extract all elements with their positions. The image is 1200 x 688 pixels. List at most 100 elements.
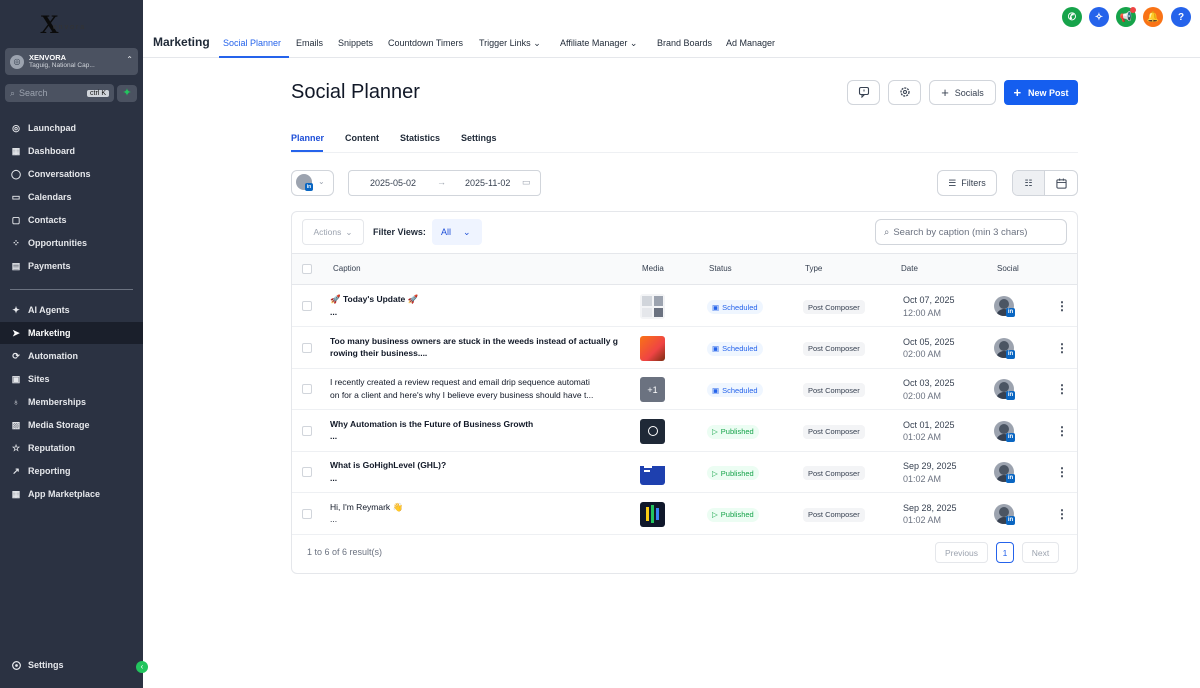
- caption-cell[interactable]: Why Automation is the Future of Business…: [330, 418, 622, 443]
- media-cell[interactable]: [640, 294, 665, 319]
- tab-content[interactable]: Content: [345, 133, 379, 143]
- sidebar-item-conversations[interactable]: ◯ Conversations: [0, 163, 143, 185]
- play-icon: ▷: [712, 427, 718, 436]
- grid-icon: ▦: [11, 145, 21, 156]
- sidebar-item-memberships[interactable]: ♁ Memberships: [0, 391, 143, 413]
- sidebar-item-reputation[interactable]: ☆ Reputation: [0, 437, 143, 459]
- sidebar-search[interactable]: ⌕ Search ctrl K: [5, 84, 114, 102]
- tab-ad-manager[interactable]: Ad Manager: [726, 38, 775, 48]
- chevron-down-icon: ⌄: [345, 226, 353, 237]
- settings-button[interactable]: [888, 80, 921, 105]
- row-checkbox[interactable]: [302, 301, 312, 311]
- calendar-icon: ▭: [11, 191, 21, 202]
- contacts-icon: ▢: [11, 214, 21, 225]
- sidebar-item-label: Conversations: [28, 169, 91, 179]
- table-row[interactable]: 🚀 Today's Update 🚀... ▣ Scheduled Post Comp…: [292, 286, 1077, 327]
- sidebar-collapse-button[interactable]: ‹: [136, 661, 148, 673]
- clock-icon: ▣: [712, 385, 720, 395]
- tab-snippets[interactable]: Snippets: [338, 38, 373, 48]
- tab-countdown-timers[interactable]: Countdown Timers: [388, 38, 463, 48]
- tab-settings[interactable]: Settings: [461, 133, 497, 143]
- tab-statistics[interactable]: Statistics: [400, 133, 440, 143]
- more-options-icon[interactable]: ⋮: [1056, 340, 1068, 356]
- table-header: [292, 253, 1077, 285]
- caption-cell[interactable]: 🚀 Today's Update 🚀...: [330, 293, 622, 318]
- filters-button[interactable]: ☰ Filters: [937, 170, 997, 196]
- col-caption[interactable]: Caption: [333, 264, 361, 273]
- phone-icon[interactable]: ✆: [1062, 7, 1082, 27]
- quick-action-button[interactable]: ✦: [117, 85, 137, 102]
- caption-cell[interactable]: I recently created a review request and …: [330, 376, 622, 401]
- sidebar-item-reporting[interactable]: ↗ Reporting: [0, 460, 143, 482]
- sidebar-item-settings[interactable]: Settings: [0, 654, 143, 676]
- media-cell[interactable]: [640, 335, 665, 361]
- media-cell[interactable]: [640, 501, 665, 527]
- sidebar-item-automation[interactable]: ⟳ Automation: [0, 345, 143, 367]
- caption-cell[interactable]: What is GoHighLevel (GHL)?...: [330, 459, 622, 484]
- page-title: Social Planner: [291, 81, 420, 103]
- media-cell[interactable]: [640, 460, 665, 485]
- sidebar-item-ai-agents[interactable]: ✦ AI Agents: [0, 299, 143, 321]
- account-filter-select[interactable]: in ⌄: [291, 170, 334, 196]
- sidebar-item-label: Calendars: [28, 192, 72, 202]
- tab-social-planner[interactable]: Social Planner: [223, 38, 281, 48]
- linkedin-icon: in: [1006, 391, 1015, 400]
- select-all-checkbox[interactable]: [302, 264, 312, 274]
- table-row[interactable]: I recently created a review request and …: [292, 369, 1077, 410]
- feedback-button[interactable]: [847, 80, 880, 105]
- sidebar-item-opportunities[interactable]: ⁘ Opportunities: [0, 232, 143, 254]
- date-to[interactable]: 2025-11-02: [465, 178, 510, 188]
- table-row[interactable]: Why Automation is the Future of Business…: [292, 411, 1077, 452]
- sidebar-item-calendars[interactable]: ▭ Calendars: [0, 186, 143, 208]
- actions-dropdown[interactable]: Actions ⌄: [302, 219, 364, 245]
- brand-logo[interactable]: Xenvora: [40, 10, 104, 39]
- row-checkbox[interactable]: [302, 467, 312, 477]
- sidebar-item-media-storage[interactable]: ▨ Media Storage: [0, 414, 143, 436]
- row-checkbox[interactable]: [302, 342, 312, 353]
- media-cell[interactable]: [640, 418, 665, 444]
- page-1-button[interactable]: 1: [996, 542, 1014, 563]
- row-checkbox[interactable]: [302, 508, 312, 519]
- tab-trigger-links[interactable]: Trigger Links ⌄: [479, 38, 541, 49]
- table-row[interactable]: What is GoHighLevel (GHL)?... ▷ Published P…: [292, 452, 1077, 493]
- more-options-icon[interactable]: ⋮: [1056, 506, 1068, 522]
- add-socials-button[interactable]: + Socials: [929, 80, 996, 105]
- new-post-button[interactable]: + New Post: [1004, 80, 1078, 105]
- status-badge: ▣ Scheduled: [707, 300, 763, 314]
- sidebar-item-dashboard[interactable]: ▦ Dashboard: [0, 140, 143, 162]
- next-button[interactable]: Next: [1022, 542, 1059, 563]
- date-range-picker[interactable]: 2025-05-02 → 2025-11-02 ▭: [348, 170, 541, 196]
- list-view-icon[interactable]: ☷: [1013, 171, 1046, 195]
- tab-brand-boards[interactable]: Brand Boards: [657, 38, 712, 48]
- caption-cell[interactable]: Too many business owners are stuck in th…: [330, 335, 622, 360]
- row-checkbox[interactable]: [302, 384, 312, 394]
- previous-button[interactable]: Previous: [935, 542, 988, 563]
- magic-icon[interactable]: ✧: [1089, 7, 1109, 27]
- sidebar-item-sites[interactable]: ▣ Sites: [0, 368, 143, 390]
- more-options-icon[interactable]: ⋮: [1056, 381, 1068, 397]
- tab-planner[interactable]: Planner: [291, 133, 324, 143]
- sidebar-item-app-marketplace[interactable]: ▦ App Marketplace: [0, 483, 143, 505]
- help-icon[interactable]: ?: [1171, 7, 1191, 27]
- tab-emails[interactable]: Emails: [296, 38, 323, 48]
- sidebar-item-marketing[interactable]: ➤ Marketing: [0, 322, 143, 344]
- date-from[interactable]: 2025-05-02: [370, 178, 416, 188]
- calendar-view-icon[interactable]: [1045, 171, 1077, 195]
- more-options-icon[interactable]: ⋮: [1056, 464, 1068, 480]
- sidebar-item-payments[interactable]: ▤ Payments: [0, 255, 143, 277]
- sidebar-item-launchpad[interactable]: ◎ Launchpad: [0, 117, 143, 139]
- play-icon: ▷: [712, 468, 718, 478]
- media-cell[interactable]: +1: [640, 377, 665, 402]
- account-switcher[interactable]: ◎ XENVORA Taguig, National Cap... ⌃: [5, 48, 138, 75]
- more-options-icon[interactable]: ⋮: [1056, 423, 1068, 439]
- caption-cell[interactable]: Hi, I'm Reymark 👋...: [330, 501, 622, 526]
- table-row[interactable]: Hi, I'm Reymark 👋... ▷ Published Post Compo…: [292, 494, 1077, 535]
- filter-views-select[interactable]: All ⌄: [432, 219, 482, 245]
- more-options-icon[interactable]: ⋮: [1056, 298, 1068, 314]
- sidebar-item-contacts[interactable]: ▢ Contacts: [0, 209, 143, 231]
- tab-affiliate-manager[interactable]: Affiliate Manager ⌄: [560, 38, 637, 49]
- table-row[interactable]: Too many business owners are stuck in th…: [292, 328, 1077, 369]
- bell-icon[interactable]: 🔔: [1143, 7, 1163, 27]
- row-checkbox[interactable]: [302, 425, 312, 436]
- caption-search-input[interactable]: ⌕ Search by caption (min 3 chars): [875, 219, 1067, 245]
